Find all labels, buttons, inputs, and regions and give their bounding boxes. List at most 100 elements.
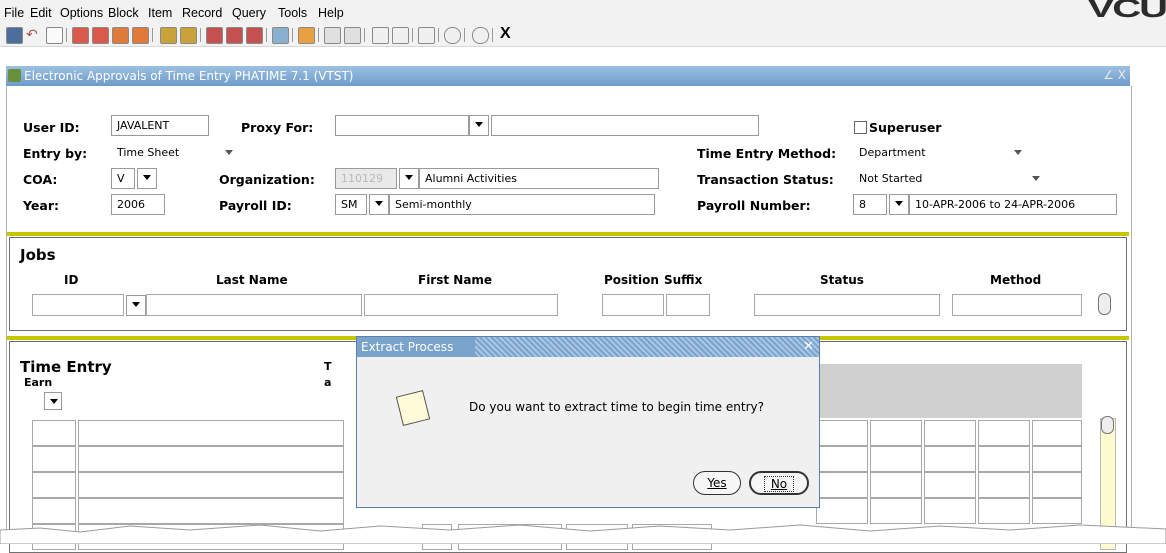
jobs-scroll-button[interactable] — [1098, 293, 1111, 315]
no-button[interactable]: No — [749, 471, 809, 495]
menu-options[interactable]: Options — [60, 6, 103, 20]
earn-code-cell[interactable] — [32, 472, 76, 498]
earn-desc-cell[interactable] — [78, 446, 344, 472]
job-last-name-cell[interactable] — [146, 294, 362, 316]
hours-cell[interactable] — [816, 446, 868, 472]
chevron-down-icon — [225, 150, 233, 155]
select-icon[interactable] — [72, 27, 89, 44]
menu-query[interactable]: Query — [232, 6, 266, 20]
next-block-icon[interactable] — [112, 27, 129, 44]
year-label: Year: — [23, 198, 59, 213]
job-id-cell[interactable] — [32, 294, 124, 316]
no-button-label: No — [763, 476, 795, 492]
superuser-checkbox[interactable] — [854, 121, 867, 134]
insert-record-icon[interactable] — [206, 27, 223, 44]
report-icon[interactable] — [298, 27, 315, 44]
hours-cell[interactable] — [924, 446, 976, 472]
earn-dropdown[interactable] — [44, 392, 62, 410]
hours-cell[interactable] — [816, 420, 868, 446]
globe-icon[interactable] — [444, 27, 461, 44]
user-id-field[interactable]: JAVALENT — [111, 115, 209, 136]
hours-cell[interactable] — [924, 420, 976, 446]
window-controls[interactable]: ∠ X — [1103, 68, 1126, 82]
job-method-cell[interactable] — [952, 294, 1082, 316]
hours-cell[interactable] — [816, 472, 868, 498]
toolbar-separator — [318, 28, 319, 42]
earn-code-cell[interactable] — [32, 446, 76, 472]
hours-cell[interactable] — [924, 472, 976, 498]
payroll-id-dropdown[interactable] — [369, 194, 389, 215]
chevron-down-icon — [1014, 150, 1022, 155]
payroll-id-field[interactable]: SM — [335, 194, 367, 215]
hours-cell[interactable] — [978, 472, 1030, 498]
job-position-cell[interactable] — [602, 294, 664, 316]
jobs-col-last-name: Last Name — [216, 273, 288, 287]
superuser-label: Superuser — [869, 120, 942, 135]
yes-button[interactable]: Yes — [693, 471, 741, 495]
menu-block[interactable]: Block — [108, 6, 139, 20]
hours-cell[interactable] — [870, 446, 922, 472]
help-icon[interactable] — [472, 27, 489, 44]
jobs-block: Jobs ID Last Name First Name Position Su… — [9, 237, 1127, 331]
exit-button[interactable]: X — [500, 25, 511, 43]
enter-query-icon[interactable] — [160, 27, 177, 44]
time-entry-method-select[interactable]: Department — [853, 142, 1029, 163]
year-field[interactable]: 2006 — [111, 194, 165, 215]
proxy-for-name-field[interactable] — [491, 115, 759, 136]
hours-cell[interactable] — [870, 472, 922, 498]
hours-cell[interactable] — [1032, 472, 1082, 498]
earn-code-cell[interactable] — [32, 420, 76, 446]
job-suffix-cell[interactable] — [666, 294, 710, 316]
coa-dropdown[interactable] — [137, 168, 157, 189]
close-icon[interactable]: ✕ — [803, 339, 814, 354]
transaction-status-select[interactable]: Not Started — [853, 168, 1047, 189]
menu-item[interactable]: Item — [148, 6, 172, 20]
payroll-number-dropdown[interactable] — [889, 194, 909, 215]
execute-query-icon[interactable] — [180, 27, 197, 44]
earn-desc-cell[interactable] — [78, 420, 344, 446]
payroll-number-field[interactable]: 8 — [853, 194, 887, 215]
job-status-cell[interactable] — [754, 294, 940, 316]
prev-block-icon[interactable] — [132, 27, 149, 44]
menu-help[interactable]: Help — [318, 6, 344, 20]
back-icon[interactable] — [92, 27, 109, 44]
job-id-dropdown[interactable] — [126, 295, 146, 316]
document-icon[interactable] — [46, 27, 63, 44]
menu-tools[interactable]: Tools — [278, 6, 307, 20]
hours-cell[interactable] — [978, 420, 1030, 446]
organization-code-field[interactable]: 110129 — [335, 168, 397, 189]
coa-field[interactable]: V — [111, 168, 135, 189]
jobs-col-id: ID — [64, 273, 79, 287]
grid-icon[interactable] — [372, 27, 389, 44]
rollback-icon[interactable]: ↶ — [26, 27, 41, 43]
extract-icon[interactable] — [324, 27, 341, 44]
time-entry-title: Time Entry — [20, 358, 112, 376]
hours-cell[interactable] — [870, 420, 922, 446]
save-icon[interactable] — [6, 27, 23, 44]
payroll-desc-field: Semi-monthly — [389, 194, 655, 215]
menu-record[interactable]: Record — [182, 6, 222, 20]
toolbar-separator — [492, 28, 493, 42]
hours-cell[interactable] — [978, 446, 1030, 472]
extract-all-icon[interactable] — [344, 27, 361, 44]
entry-by-select[interactable]: Time Sheet — [111, 142, 239, 163]
toolbar-separator — [464, 28, 465, 42]
proxy-for-dropdown[interactable] — [469, 115, 489, 136]
organization-dropdown[interactable] — [399, 168, 419, 189]
hours-cell[interactable] — [1032, 420, 1082, 446]
print-icon[interactable] — [272, 27, 289, 44]
jobs-col-method: Method — [990, 273, 1042, 287]
job-first-name-cell[interactable] — [364, 294, 558, 316]
clear-record-icon[interactable] — [246, 27, 263, 44]
menu-edit[interactable]: Edit — [30, 6, 52, 20]
toolbar-separator — [66, 28, 67, 42]
scroll-up-button[interactable] — [1101, 416, 1114, 434]
toolbar-separator — [200, 28, 201, 42]
speaker-icon[interactable] — [418, 27, 435, 44]
remove-record-icon[interactable] — [226, 27, 243, 44]
menu-file[interactable]: File — [4, 6, 24, 20]
earn-desc-cell[interactable] — [78, 472, 344, 498]
proxy-for-field[interactable] — [335, 115, 469, 136]
hours-cell[interactable] — [1032, 446, 1082, 472]
grid-alt-icon[interactable] — [392, 27, 409, 44]
